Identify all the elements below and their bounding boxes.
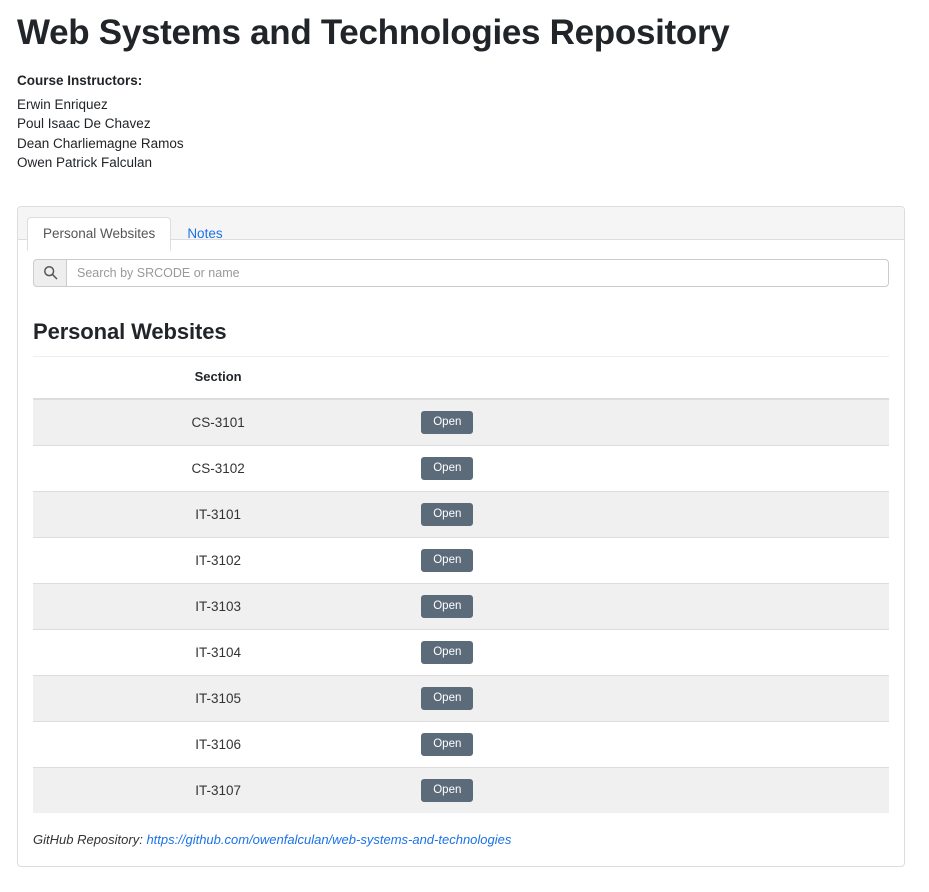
tab-list: Personal Websites Notes <box>27 216 895 251</box>
github-repository-label: GitHub Repository: <box>33 831 143 847</box>
table-row: IT-3107 Open <box>33 766 889 813</box>
cell-action: Open <box>403 720 889 768</box>
table-row: IT-3101 Open <box>33 490 889 538</box>
course-instructors-label: Course Instructors: <box>17 72 143 88</box>
instructor-name: Dean Charliemagne Ramos <box>17 135 184 151</box>
open-button[interactable]: Open <box>421 732 474 756</box>
instructor-name: Owen Patrick Falculan <box>17 155 153 171</box>
cell-action: Open <box>403 490 889 538</box>
search-bar <box>33 258 889 287</box>
open-button[interactable]: Open <box>421 410 474 434</box>
cell-action: Open <box>403 536 889 584</box>
table-body: CS-3101 Open CS-3102 Open IT-3101 Open I… <box>33 398 889 813</box>
tab-personal-websites[interactable]: Personal Websites <box>27 216 172 251</box>
open-button[interactable]: Open <box>421 548 474 572</box>
cell-action: Open <box>403 674 889 722</box>
table-head: Section <box>33 357 889 400</box>
table-row: IT-3106 Open <box>33 720 889 768</box>
search-input[interactable] <box>66 258 889 287</box>
column-header-action <box>403 357 889 400</box>
section-heading: Personal Websites <box>33 316 889 358</box>
table-row: IT-3103 Open <box>33 582 889 630</box>
tab-notes[interactable]: Notes <box>171 217 238 251</box>
cell-action: Open <box>403 444 889 492</box>
column-header-section: Section <box>33 357 404 400</box>
open-button[interactable]: Open <box>421 778 474 802</box>
panel-body: Personal Websites Section CS-3101 Open <box>18 240 904 867</box>
table-row: CS-3101 Open <box>33 398 889 446</box>
page-root: Web Systems and Technologies Repository … <box>0 0 929 868</box>
search-icon <box>33 258 66 287</box>
table-row: IT-3105 Open <box>33 674 889 722</box>
cell-action: Open <box>403 766 889 813</box>
cell-section: IT-3104 <box>33 628 404 676</box>
cell-action: Open <box>403 582 889 630</box>
cell-section: IT-3103 <box>33 582 404 630</box>
cell-section: IT-3105 <box>33 674 404 722</box>
personal-websites-table: Section CS-3101 Open CS-3102 Open IT-310… <box>33 357 889 813</box>
table-row: IT-3104 Open <box>33 628 889 676</box>
cell-section: CS-3102 <box>33 444 404 492</box>
course-instructors-block: Course Instructors: Erwin Enriquez Poul … <box>17 71 912 173</box>
table-header-row: Section <box>33 357 889 400</box>
github-repository-note: GitHub Repository: https://github.com/ow… <box>33 831 889 850</box>
cell-action: Open <box>403 398 889 446</box>
table-row: IT-3102 Open <box>33 536 889 584</box>
open-button[interactable]: Open <box>421 686 474 710</box>
table-row: CS-3102 Open <box>33 444 889 492</box>
open-button[interactable]: Open <box>421 594 474 618</box>
instructor-name: Erwin Enriquez <box>17 96 108 112</box>
cell-section: IT-3101 <box>33 490 404 538</box>
cell-section: IT-3107 <box>33 766 404 813</box>
cell-section: IT-3102 <box>33 536 404 584</box>
panel-tab-bar: Personal Websites Notes <box>18 206 904 251</box>
cell-action: Open <box>403 628 889 676</box>
open-button[interactable]: Open <box>421 640 474 664</box>
content-panel: Personal Websites Notes Personal Website… <box>17 205 905 868</box>
open-button[interactable]: Open <box>421 502 474 526</box>
page-title: Web Systems and Technologies Repository <box>17 13 730 52</box>
instructor-name: Poul Isaac De Chavez <box>17 116 151 132</box>
github-repository-link[interactable]: https://github.com/owenfalculan/web-syst… <box>146 832 511 847</box>
cell-section: CS-3101 <box>33 398 404 446</box>
open-button[interactable]: Open <box>421 456 474 480</box>
cell-section: IT-3106 <box>33 720 404 768</box>
